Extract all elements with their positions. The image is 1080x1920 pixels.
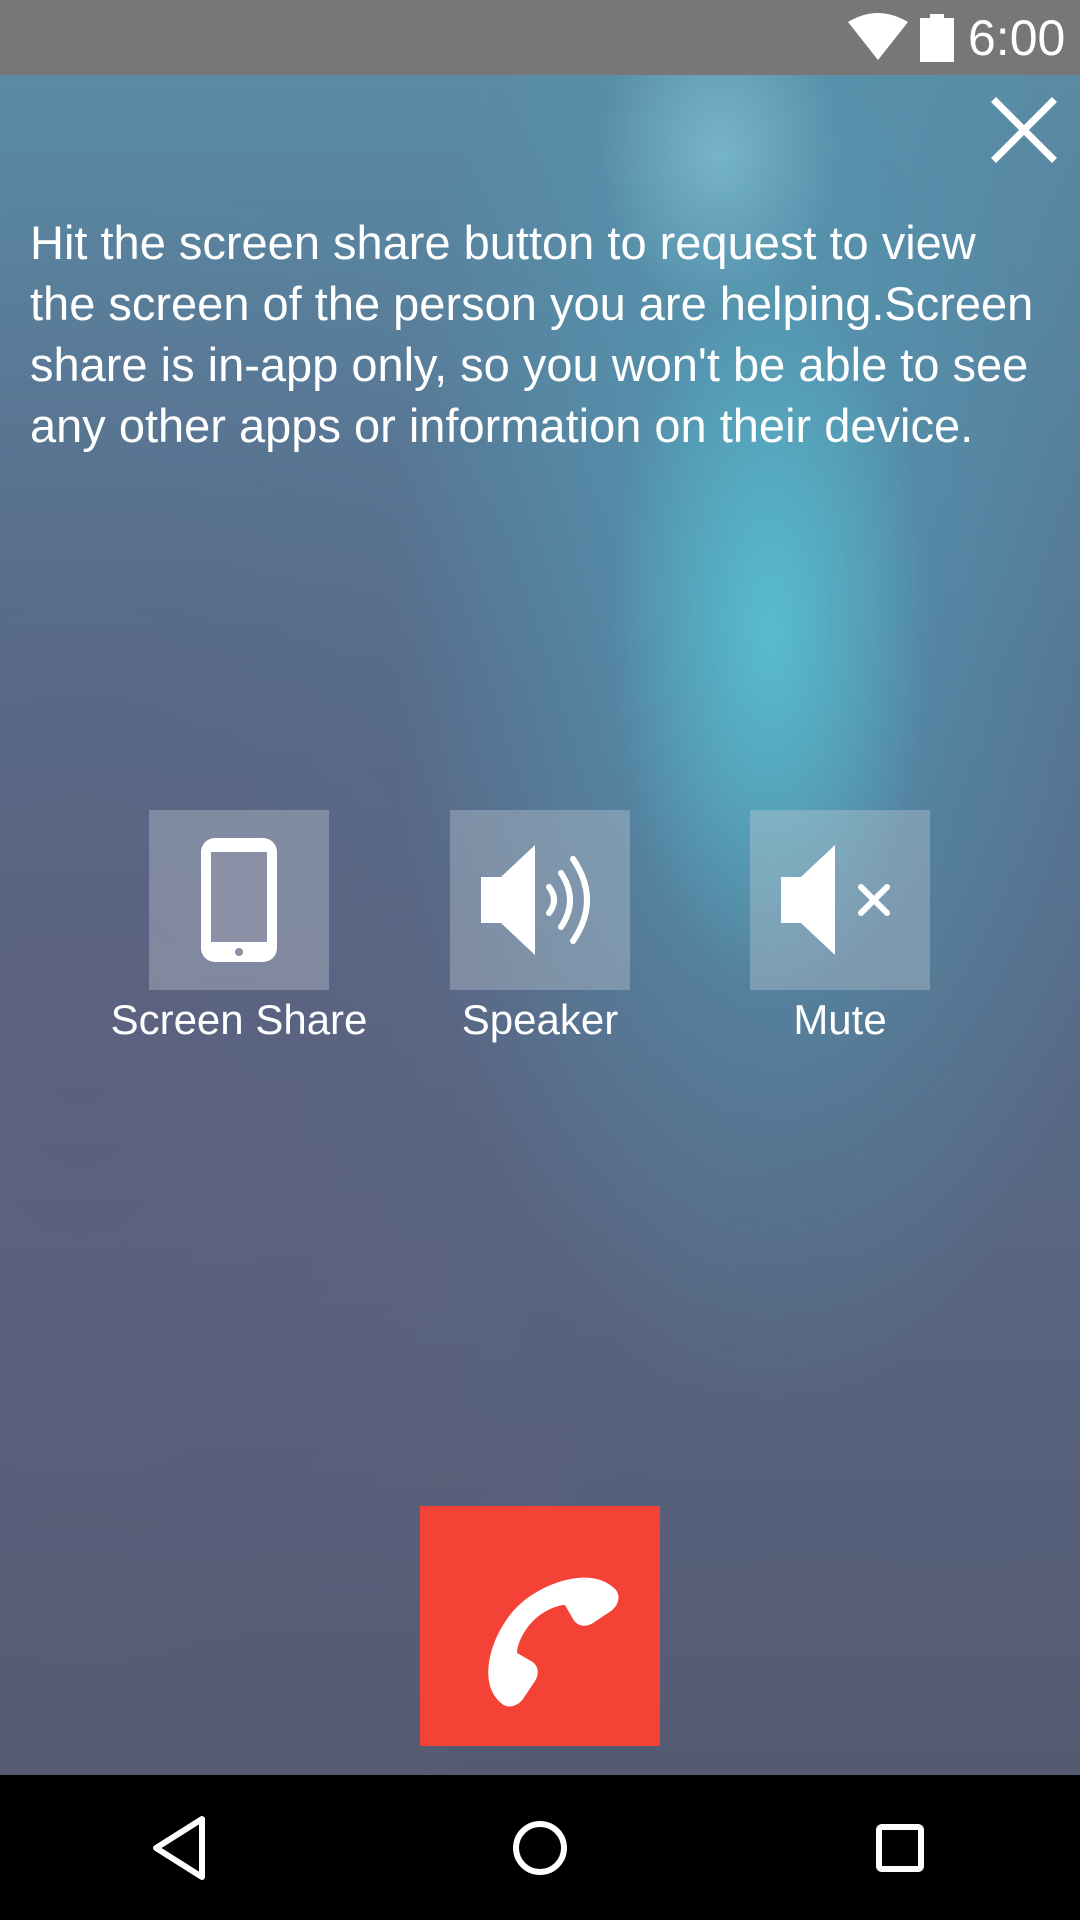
close-icon[interactable] <box>988 94 1060 166</box>
speaker-label: Speaker <box>461 996 619 1043</box>
mute-label: Mute <box>793 996 887 1043</box>
smartphone-icon <box>201 838 277 962</box>
screen-share-control: Screen Share <box>89 810 389 1048</box>
status-time: 6:00 <box>968 10 1066 66</box>
mute-button[interactable] <box>750 810 930 990</box>
screen-share-button[interactable] <box>149 810 329 990</box>
call-screen: 6:00 Hit the screen share button to requ… <box>0 0 1080 1920</box>
mute-icon <box>781 845 890 955</box>
recents-icon[interactable] <box>860 1811 940 1885</box>
battery-icon <box>920 14 954 62</box>
wifi-icon <box>848 13 908 60</box>
home-icon[interactable] <box>500 1811 580 1885</box>
speaker-button[interactable] <box>450 810 630 990</box>
back-icon[interactable] <box>140 1811 220 1885</box>
end-call-button[interactable] <box>420 1506 660 1746</box>
end-call-icon <box>488 1577 619 1707</box>
instruction-text: Hit the screen share button to request t… <box>30 216 1034 452</box>
mute-control: Mute <box>690 810 990 1048</box>
status-bar: 6:00 <box>0 0 1080 75</box>
speaker-control: Speaker <box>390 810 690 1048</box>
navigation-bar <box>0 1775 1080 1920</box>
speaker-icon <box>481 845 590 955</box>
screen-share-label: Screen Share <box>110 996 368 1043</box>
